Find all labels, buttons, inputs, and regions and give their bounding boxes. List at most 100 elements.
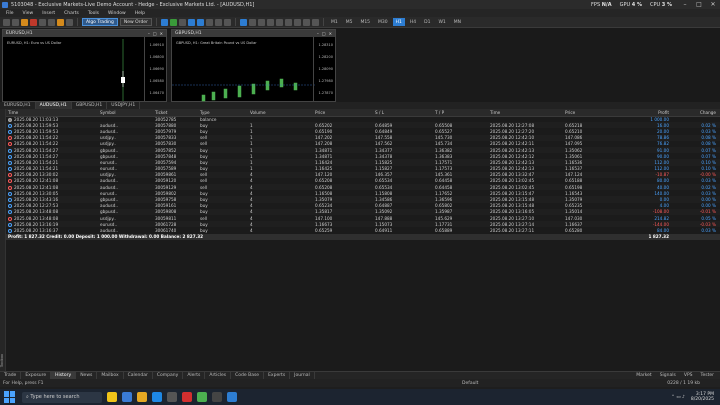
chart-tab-eurusd[interactable]: EURUSD,H1 (0, 102, 36, 109)
algo-trading-button[interactable]: Algo Trading (82, 18, 118, 26)
col-symbol[interactable]: Symbol (98, 109, 153, 117)
app-icon-generic[interactable] (212, 392, 222, 402)
chart-close-button[interactable]: ✕ (160, 31, 163, 36)
market-watch-icon[interactable] (21, 18, 28, 26)
menu-file[interactable]: File (6, 11, 14, 16)
clock[interactable]: 3:17 PM 8/20/2025 (691, 392, 714, 402)
toolbox-link-tester[interactable]: Tester (701, 373, 714, 378)
file-explorer-icon[interactable] (137, 392, 147, 402)
text-icon[interactable] (302, 18, 310, 26)
grid-icon[interactable] (205, 18, 213, 26)
tf-w1[interactable]: W1 (435, 18, 448, 26)
store-icon[interactable] (167, 392, 177, 402)
taskbar-search[interactable]: ⌕ Type here to search (22, 391, 102, 403)
zoom-out-icon[interactable] (196, 18, 204, 26)
menu-tools[interactable]: Tools (88, 11, 99, 16)
minimize-button[interactable]: – (678, 1, 692, 8)
scroll-icon[interactable] (214, 18, 222, 26)
task-view-icon[interactable] (122, 392, 132, 402)
metatrader-icon[interactable] (227, 392, 237, 402)
cell-text: 145.361 (435, 172, 453, 178)
col-ticket[interactable]: Ticket (153, 109, 198, 117)
bar-chart-icon[interactable] (160, 18, 168, 26)
col-tp[interactable]: T / P (433, 109, 488, 117)
chart-tab-audusd[interactable]: AUDUSD,H1 (35, 102, 72, 109)
cell-text: 1.16673 (315, 221, 333, 227)
trendline-icon[interactable] (275, 18, 283, 26)
cell-text: buy (200, 159, 208, 165)
chart-tab-usdjpy[interactable]: USDJPY,H1 (107, 102, 141, 109)
shift-icon[interactable] (223, 18, 231, 26)
channel-icon[interactable] (284, 18, 292, 26)
menu-charts[interactable]: Charts (64, 11, 79, 16)
cell-text: 30057594 (155, 159, 177, 165)
new-order-button[interactable]: New Order (119, 18, 152, 26)
toolbox-link-vps[interactable]: VPS (684, 373, 693, 378)
tf-d1[interactable]: D1 (421, 18, 433, 26)
tf-h1[interactable]: H1 (392, 18, 405, 26)
col-close-price[interactable]: Price (563, 109, 618, 117)
cell-text: 1.35061 (565, 153, 583, 159)
col-change[interactable]: Change (673, 109, 720, 117)
toolbox-link-signals[interactable]: Signals (660, 373, 676, 378)
chrome-icon[interactable] (197, 392, 207, 402)
candlestick-icon[interactable] (169, 18, 177, 26)
zoom-in-icon[interactable] (187, 18, 195, 26)
fibonacci-icon[interactable] (293, 18, 301, 26)
chart-minimize-button[interactable]: – (148, 31, 150, 36)
tray-icons[interactable]: ⌃ ▭ ♪ (671, 395, 685, 400)
chart-window-eurusd[interactable]: EURUSD,H1 – □ ✕ EURUSD, H1: Euro vs US Dol… (2, 29, 167, 102)
cell-text: 91.00 (657, 147, 669, 153)
col-type[interactable]: Type (198, 109, 248, 117)
col-close-time[interactable]: Time (488, 109, 563, 117)
chart-window-gbpusd[interactable]: GBPUSD,H1 – □ ✕ GBPUSD, H1: Great Britain … (171, 29, 336, 102)
chart-close-button[interactable]: ✕ (329, 31, 332, 36)
tf-m1[interactable]: M1 (328, 18, 341, 26)
line-chart-icon[interactable] (178, 18, 186, 26)
title-bar: 5103048 - Exclusive Markets-Live Demo Ac… (0, 0, 720, 9)
candle (279, 78, 284, 88)
metaeditor-icon[interactable] (66, 18, 73, 26)
crosshair-icon[interactable] (248, 18, 256, 26)
tf-mn[interactable]: MN (451, 18, 464, 26)
start-button[interactable] (4, 391, 16, 403)
maximize-button[interactable]: □ (692, 1, 706, 8)
new-chart-icon[interactable] (3, 18, 10, 26)
toolbox-link-market[interactable]: Market (636, 373, 651, 378)
menu-help[interactable]: Help (135, 11, 145, 16)
col-profit[interactable]: Profit (618, 109, 673, 117)
cursor-icon[interactable] (239, 18, 247, 26)
close-button[interactable]: ✕ (706, 1, 720, 8)
cell-text: 2025.08.20 12:27:08 (490, 122, 535, 128)
tf-m15[interactable]: M15 (357, 18, 373, 26)
shapes-icon[interactable] (311, 18, 319, 26)
chart-maximize-button[interactable]: □ (153, 31, 157, 36)
tf-m5[interactable]: M5 (343, 18, 356, 26)
menu-window[interactable]: Window (108, 11, 126, 16)
vertical-line-icon[interactable] (257, 18, 265, 26)
navigator-icon[interactable] (39, 18, 46, 26)
cell-text: 2025.08.20 13:30:02 (14, 172, 59, 178)
chart-maximize-button[interactable]: □ (322, 31, 326, 36)
cell-text: 2025.08.20 13:15:47 (490, 190, 535, 196)
chart-tab-gbpusd[interactable]: GBPUSD,H1 (72, 102, 108, 109)
data-window-icon[interactable] (30, 18, 37, 26)
weather-icon[interactable] (107, 392, 117, 402)
menu-insert[interactable]: Insert (42, 11, 55, 16)
col-time[interactable]: Time (6, 109, 98, 117)
col-sl[interactable]: S / L (373, 109, 433, 117)
cell-text: 1.35817 (315, 209, 333, 215)
edge-icon[interactable] (152, 392, 162, 402)
tf-h4[interactable]: H4 (407, 18, 419, 26)
profiles-icon[interactable] (12, 18, 19, 26)
col-price[interactable]: Price (313, 109, 373, 117)
chart-minimize-button[interactable]: – (317, 31, 319, 36)
horizontal-line-icon[interactable] (266, 18, 274, 26)
cell-text: 0.65534 (375, 178, 393, 184)
menu-view[interactable]: View (23, 11, 34, 16)
opera-icon[interactable] (182, 392, 192, 402)
col-volume[interactable]: Volume (248, 109, 313, 117)
strategy-tester-icon[interactable] (57, 18, 64, 26)
terminal-icon[interactable] (48, 18, 55, 26)
tf-m30[interactable]: M30 (375, 18, 391, 26)
